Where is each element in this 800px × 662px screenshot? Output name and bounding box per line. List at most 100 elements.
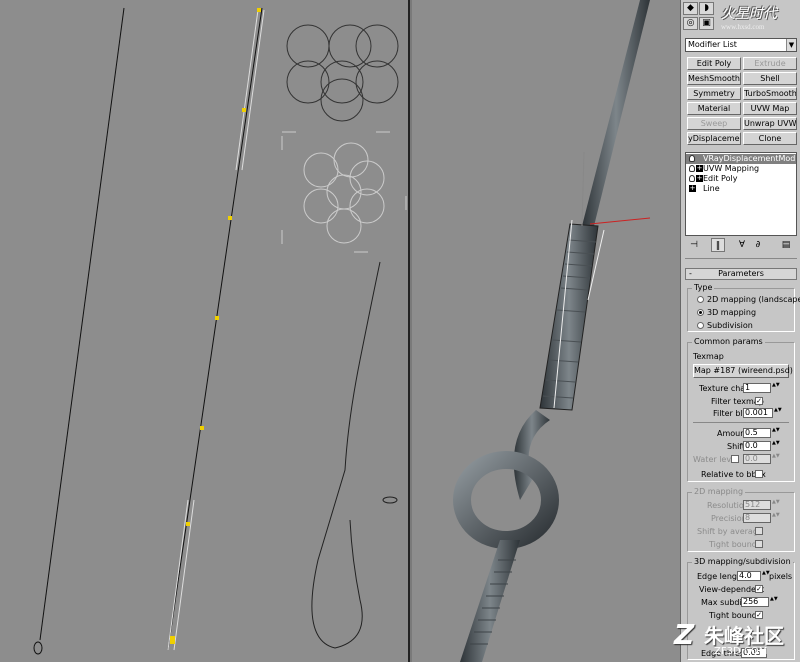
remove-modifier-icon[interactable]: ∂ <box>751 238 765 252</box>
modifier-button-extrude[interactable]: Extrude <box>743 57 797 70</box>
eye-bolt-shaft <box>460 540 520 662</box>
modifier-button-sweep[interactable]: Sweep <box>687 117 741 130</box>
modify-icon[interactable]: ◗ <box>699 2 714 15</box>
motion-icon[interactable]: ◎ <box>683 17 698 30</box>
group-label: 3D mapping/subdivision <box>692 557 793 566</box>
view-dependent-checkbox[interactable]: ✓ <box>755 585 763 593</box>
gizmo-top-a <box>235 9 259 171</box>
stack-item-edit-poly[interactable]: + Edit Poly <box>686 174 796 184</box>
show-end-icon[interactable]: ‖ <box>711 238 725 252</box>
make-unique-icon[interactable]: ∀ <box>735 238 749 252</box>
lightbulb-icon[interactable] <box>689 155 695 162</box>
gizmo-bottom-b <box>173 499 195 651</box>
small-gizmo-icon <box>382 496 398 504</box>
watermark-logo: Z <box>674 618 695 651</box>
wire-spline-left <box>39 7 125 641</box>
spinner-icon[interactable]: ▲▼ <box>772 454 780 464</box>
modifier-button-edit-poly[interactable]: Edit Poly <box>687 57 741 70</box>
stack-item-label: Line <box>703 184 720 193</box>
create-icon[interactable]: ◆ <box>683 2 698 15</box>
viewport-perspective[interactable] <box>412 0 680 662</box>
stack-item-label: Edit Poly <box>703 174 738 183</box>
modifier-button-symmetry[interactable]: Symmetry <box>687 87 741 100</box>
water-level-checkbox[interactable] <box>731 455 739 463</box>
precision-field[interactable]: 8 <box>743 513 771 523</box>
watermark-text: 朱峰社区 <box>704 624 784 648</box>
group-label: 2D mapping <box>692 487 746 496</box>
configure-icon[interactable]: ▤ <box>779 238 793 252</box>
cable-cross-section-outer <box>286 24 399 122</box>
edge-length-field[interactable]: 4.0 <box>737 571 761 581</box>
radio-label: Subdivision <box>707 321 753 330</box>
spinner-icon[interactable]: ▲▼ <box>772 513 780 523</box>
modifier-list-label: Modifier List <box>688 40 737 49</box>
wire-spline-middle <box>167 7 263 651</box>
spinner-icon[interactable]: ▲▼ <box>772 441 780 451</box>
gizmo-top-b <box>241 9 265 171</box>
spinner-icon[interactable]: ▲▼ <box>772 500 780 510</box>
viewport-top[interactable] <box>0 0 410 662</box>
radio-label: 2D mapping (landscape) <box>707 295 800 304</box>
stack-item-uvw-mapping[interactable]: + UVW Mapping <box>686 164 796 174</box>
stack-item-line[interactable]: + Line <box>686 184 796 194</box>
viewport-perspective-canvas <box>453 0 651 662</box>
watermark-url: ZF3D.COM <box>714 646 768 657</box>
display-icon[interactable]: ▣ <box>699 17 714 30</box>
modifier-stack[interactable]: VRayDisplacementMod + UVW Mapping + Edit… <box>685 152 797 236</box>
modifier-button-displacement[interactable]: yDisplacement <box>687 132 741 145</box>
collapse-icon[interactable]: - <box>689 269 692 279</box>
max-subdivs-field[interactable]: 256 <box>741 597 769 607</box>
group-label: Common params <box>692 337 765 346</box>
shift-by-average-label: Shift by average <box>697 527 763 536</box>
expand-icon[interactable]: + <box>689 185 696 192</box>
modifier-list-dropdown[interactable]: Modifier List ▼ <box>685 38 797 52</box>
gizmo-bottom-a <box>167 499 189 651</box>
stack-item-label: UVW Mapping <box>703 164 760 173</box>
resolution-field[interactable]: 512 <box>743 500 771 510</box>
divider <box>685 258 797 259</box>
lightbulb-icon[interactable] <box>689 165 695 172</box>
modifier-button-turbosmooth[interactable]: TurboSmooth <box>743 87 797 100</box>
texmap-button[interactable]: Map #187 (wireend.psd) <box>693 364 793 378</box>
cable-strand <box>582 0 650 226</box>
wire-spline-end <box>33 641 43 655</box>
expand-icon[interactable]: + <box>696 175 703 182</box>
pixels-label: pixels <box>769 572 793 581</box>
filter-texmap-checkbox[interactable]: ✓ <box>755 397 763 405</box>
radio-3d-mapping[interactable] <box>697 309 704 316</box>
modifier-button-material[interactable]: Material <box>687 102 741 115</box>
texture-chan-field[interactable]: 1 <box>743 383 771 393</box>
spinner-icon[interactable]: ▲▼ <box>772 428 780 438</box>
modifier-button-shell[interactable]: Shell <box>743 72 797 85</box>
expand-icon[interactable]: + <box>696 165 703 172</box>
parameters-rollout-header[interactable]: - Parameters <box>685 268 797 280</box>
site-logo-text: 火星时代 <box>721 7 777 22</box>
relative-bbox-checkbox[interactable] <box>755 470 763 478</box>
spinner-icon[interactable]: ▲▼ <box>770 597 778 607</box>
shift-field[interactable]: 0.0 <box>743 441 771 451</box>
modifier-button-unwrap-uvw[interactable]: Unwrap UVW <box>743 117 797 130</box>
precision-label: Precision <box>711 514 747 523</box>
modifier-button-meshsmooth[interactable]: MeshSmooth <box>687 72 741 85</box>
pin-icon[interactable]: ⊣ <box>687 238 701 252</box>
radio-2d-mapping[interactable] <box>697 296 704 303</box>
modifier-button-uvw-map[interactable]: UVW Map <box>743 102 797 115</box>
shift-by-average-checkbox[interactable] <box>755 527 763 535</box>
water-level-field[interactable]: 0.0 <box>743 454 771 464</box>
tight-bounds-2d-checkbox[interactable] <box>755 540 763 548</box>
tight-bounds-2d-label: Tight bounds <box>709 540 762 549</box>
command-panel: ◆ ◗ ◎ ▣ 火星时代 www.hxsd.com Modifier List … <box>680 0 800 662</box>
spinner-icon[interactable]: ▲▼ <box>762 571 770 581</box>
modifier-button-clone[interactable]: Clone <box>743 132 797 145</box>
filter-blur-field[interactable]: 0.001 <box>743 408 773 418</box>
spinner-icon[interactable]: ▲▼ <box>774 408 782 418</box>
radio-subdivision[interactable] <box>697 322 704 329</box>
amount-field[interactable]: 0.5 <box>743 428 771 438</box>
divider <box>693 422 789 423</box>
eye-loop-spline <box>311 261 381 649</box>
site-logo: 火星时代 www.hxsd.com <box>721 3 799 31</box>
chevron-down-icon[interactable]: ▼ <box>786 39 796 51</box>
lightbulb-icon[interactable] <box>689 175 695 182</box>
stack-item-vraydisplacementmod[interactable]: VRayDisplacementMod <box>686 154 796 164</box>
spinner-icon[interactable]: ▲▼ <box>772 383 780 393</box>
